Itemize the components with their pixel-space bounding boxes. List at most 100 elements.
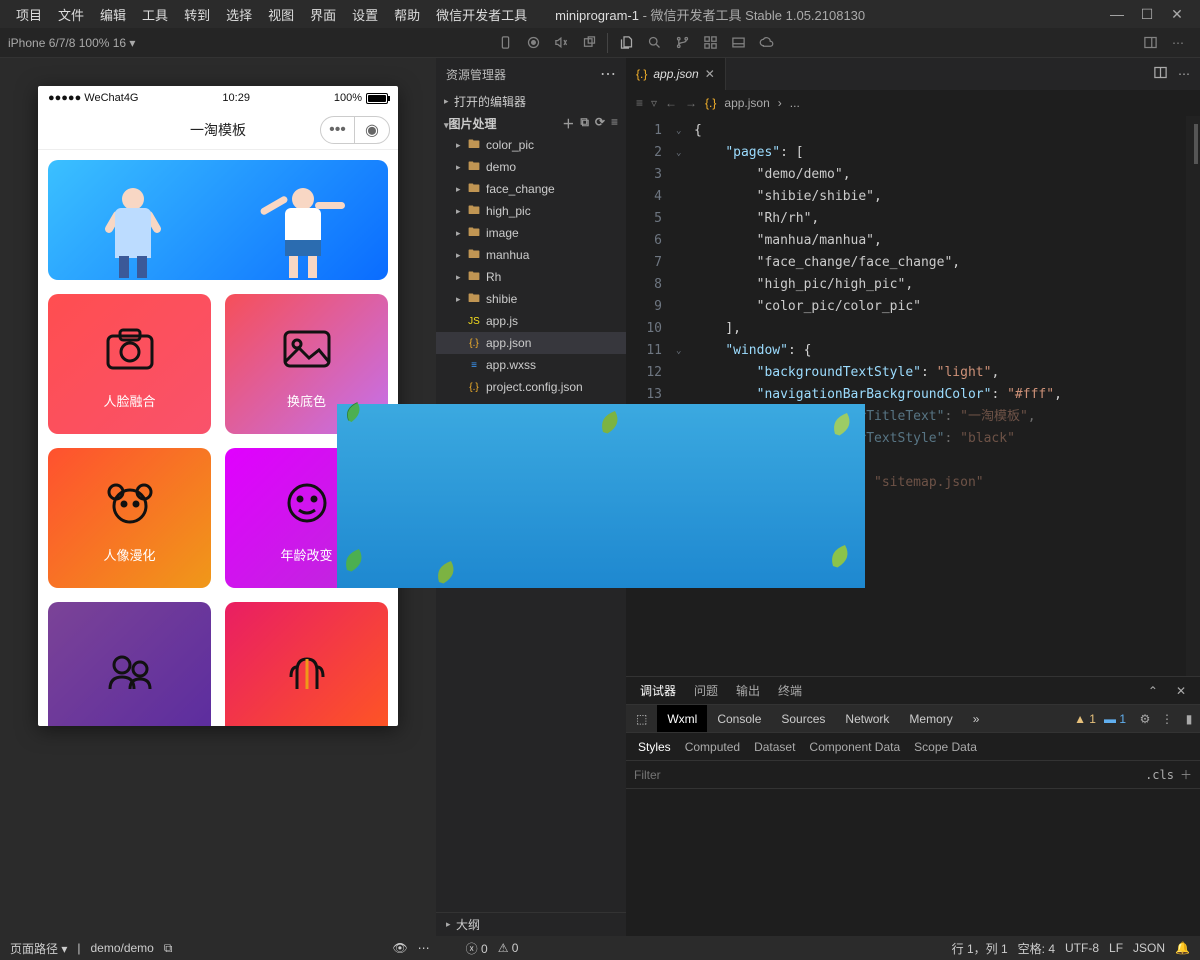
minimap[interactable]	[1186, 116, 1200, 676]
component-data-tab[interactable]: Component Data	[809, 740, 900, 754]
nav-fwd-icon[interactable]: →	[685, 96, 697, 110]
bell-icon[interactable]: 🔔	[1175, 941, 1190, 955]
menu-goto[interactable]: 转到	[176, 5, 218, 24]
menu-file[interactable]: 文件	[50, 5, 92, 24]
crumb-file[interactable]: app.json	[724, 96, 769, 110]
error-count[interactable]: ⓧ 0	[466, 940, 488, 957]
folder-Rh[interactable]: ▸🖿Rh	[436, 266, 626, 288]
menu-help[interactable]: 帮助	[386, 5, 428, 24]
nav-back-icon[interactable]: ←	[665, 96, 677, 110]
device-selector[interactable]: iPhone 6/7/8 100% 16 ▾	[8, 36, 135, 50]
copy-path-icon[interactable]: ⧉	[164, 941, 173, 956]
status-more-icon[interactable]: ⋯	[418, 941, 430, 955]
chevron-up-icon[interactable]: ⌃	[1148, 684, 1158, 698]
phone-icon[interactable]	[491, 33, 519, 53]
eye-icon[interactable]: 👁	[392, 941, 407, 955]
dbg-tab-terminal[interactable]: 终端	[778, 682, 802, 699]
menu-settings[interactable]: 设置	[344, 5, 386, 24]
project-root[interactable]: ▾图片处理 ＋⧉⟳≡	[436, 112, 626, 134]
new-file-icon[interactable]: ＋	[562, 115, 574, 132]
open-editors-section[interactable]: ▸打开的编辑器	[436, 90, 626, 112]
devtool-sources[interactable]: Sources	[771, 705, 835, 732]
gear-icon[interactable]: ⚙	[1134, 712, 1156, 726]
capsule-close-icon[interactable]: ◉	[355, 117, 389, 143]
warn-badge[interactable]: ▲ 1	[1074, 712, 1096, 726]
record-icon[interactable]	[519, 33, 547, 53]
styles-tab[interactable]: Styles	[638, 740, 671, 754]
page-path-label[interactable]: 页面路径 ▾	[10, 940, 67, 957]
panel-icon[interactable]	[724, 33, 752, 53]
computed-tab[interactable]: Computed	[685, 740, 740, 754]
menu-ui[interactable]: 界面	[302, 5, 344, 24]
file-app-wxss[interactable]: ≡app.wxss	[436, 354, 626, 376]
style-filter-input[interactable]	[634, 768, 1139, 782]
hero-banner[interactable]	[48, 160, 388, 280]
folder-demo[interactable]: ▸🖿demo	[436, 156, 626, 178]
devtool-network[interactable]: Network	[835, 705, 899, 732]
devtool-wxml[interactable]: Wxml	[657, 705, 707, 732]
window-minimize[interactable]: —	[1102, 6, 1132, 22]
add-style-icon[interactable]: ＋	[1180, 766, 1192, 783]
explorer-more-icon[interactable]: ⋯	[600, 64, 616, 84]
menu-tools[interactable]: 工具	[134, 5, 176, 24]
info-badge[interactable]: ▬ 1	[1104, 712, 1126, 726]
menu-edit[interactable]: 编辑	[92, 5, 134, 24]
encoding[interactable]: UTF-8	[1065, 941, 1099, 955]
branch-icon[interactable]	[668, 33, 696, 53]
folder-face_change[interactable]: ▸🖿face_change	[436, 178, 626, 200]
files-icon[interactable]	[612, 33, 640, 53]
scope-data-tab[interactable]: Scope Data	[914, 740, 977, 754]
window-close[interactable]: ✕	[1162, 6, 1192, 23]
eol[interactable]: LF	[1109, 941, 1123, 955]
card-cartoon[interactable]: 人像漫化	[48, 448, 211, 588]
devtool-more-icon[interactable]: »	[963, 705, 990, 732]
folder-color_pic[interactable]: ▸🖿color_pic	[436, 134, 626, 156]
file-app-json[interactable]: {.}app.json	[436, 332, 626, 354]
dbg-tab-debugger[interactable]: 调试器	[640, 682, 676, 699]
devtool-memory[interactable]: Memory	[899, 705, 962, 732]
crumb-rest[interactable]: ...	[790, 96, 800, 110]
page-path[interactable]: demo/demo	[90, 941, 153, 955]
close-tab-icon[interactable]: ✕	[705, 67, 715, 81]
card-5[interactable]	[48, 602, 211, 726]
folder-shibie[interactable]: ▸🖿shibie	[436, 288, 626, 310]
card-6[interactable]	[225, 602, 388, 726]
folder-image[interactable]: ▸🖿image	[436, 222, 626, 244]
extension-icon[interactable]	[696, 33, 724, 53]
file-project-config-json[interactable]: {.}project.config.json	[436, 376, 626, 398]
indent-info[interactable]: 空格: 4	[1018, 940, 1055, 957]
cls-toggle[interactable]: .cls	[1139, 768, 1180, 782]
collapse-icon[interactable]: ≡	[611, 115, 618, 132]
layout-icon[interactable]	[1136, 33, 1164, 53]
devtool-console[interactable]: Console	[707, 705, 771, 732]
tab-app-json[interactable]: {.} app.json ✕	[626, 58, 726, 90]
mute-icon[interactable]	[547, 33, 575, 53]
language-mode[interactable]: JSON	[1133, 941, 1165, 955]
warning-count[interactable]: ⚠ 0	[498, 941, 519, 955]
menu-view[interactable]: 视图	[260, 5, 302, 24]
cloud-icon[interactable]	[752, 33, 780, 53]
card-face-merge[interactable]: 人脸融合	[48, 294, 211, 434]
vdots-icon[interactable]: ⋮	[1156, 712, 1178, 726]
menu-wxdev[interactable]: 微信开发者工具	[428, 5, 535, 24]
close-panel-icon[interactable]: ✕	[1176, 684, 1186, 698]
dbg-tab-output[interactable]: 输出	[736, 682, 760, 699]
menu-project[interactable]: 项目	[8, 5, 50, 24]
dock-icon[interactable]: ▮	[1178, 712, 1200, 726]
folder-manhua[interactable]: ▸🖿manhua	[436, 244, 626, 266]
code-editor[interactable]: 123456789101112131415161718 ⌄⌄ ⌄ { "page…	[626, 116, 1200, 676]
dbg-tab-problems[interactable]: 问题	[694, 682, 718, 699]
inspect-icon[interactable]: ⬚	[626, 705, 657, 732]
menu-icon[interactable]: ≡	[636, 96, 643, 110]
tab-more-icon[interactable]: ⋯	[1178, 67, 1190, 81]
new-folder-icon[interactable]: ⧉	[580, 115, 589, 132]
file-app-js[interactable]: JSapp.js	[436, 310, 626, 332]
more-icon[interactable]: ⋯	[1164, 33, 1192, 53]
search-icon[interactable]	[640, 33, 668, 53]
outline-section[interactable]: ▸大纲	[436, 912, 626, 936]
window-maximize[interactable]: ☐	[1132, 6, 1162, 23]
detach-icon[interactable]	[575, 33, 603, 53]
cursor-position[interactable]: 行 1，列 1	[952, 940, 1008, 957]
menu-select[interactable]: 选择	[218, 5, 260, 24]
refresh-icon[interactable]: ⟳	[595, 115, 605, 132]
